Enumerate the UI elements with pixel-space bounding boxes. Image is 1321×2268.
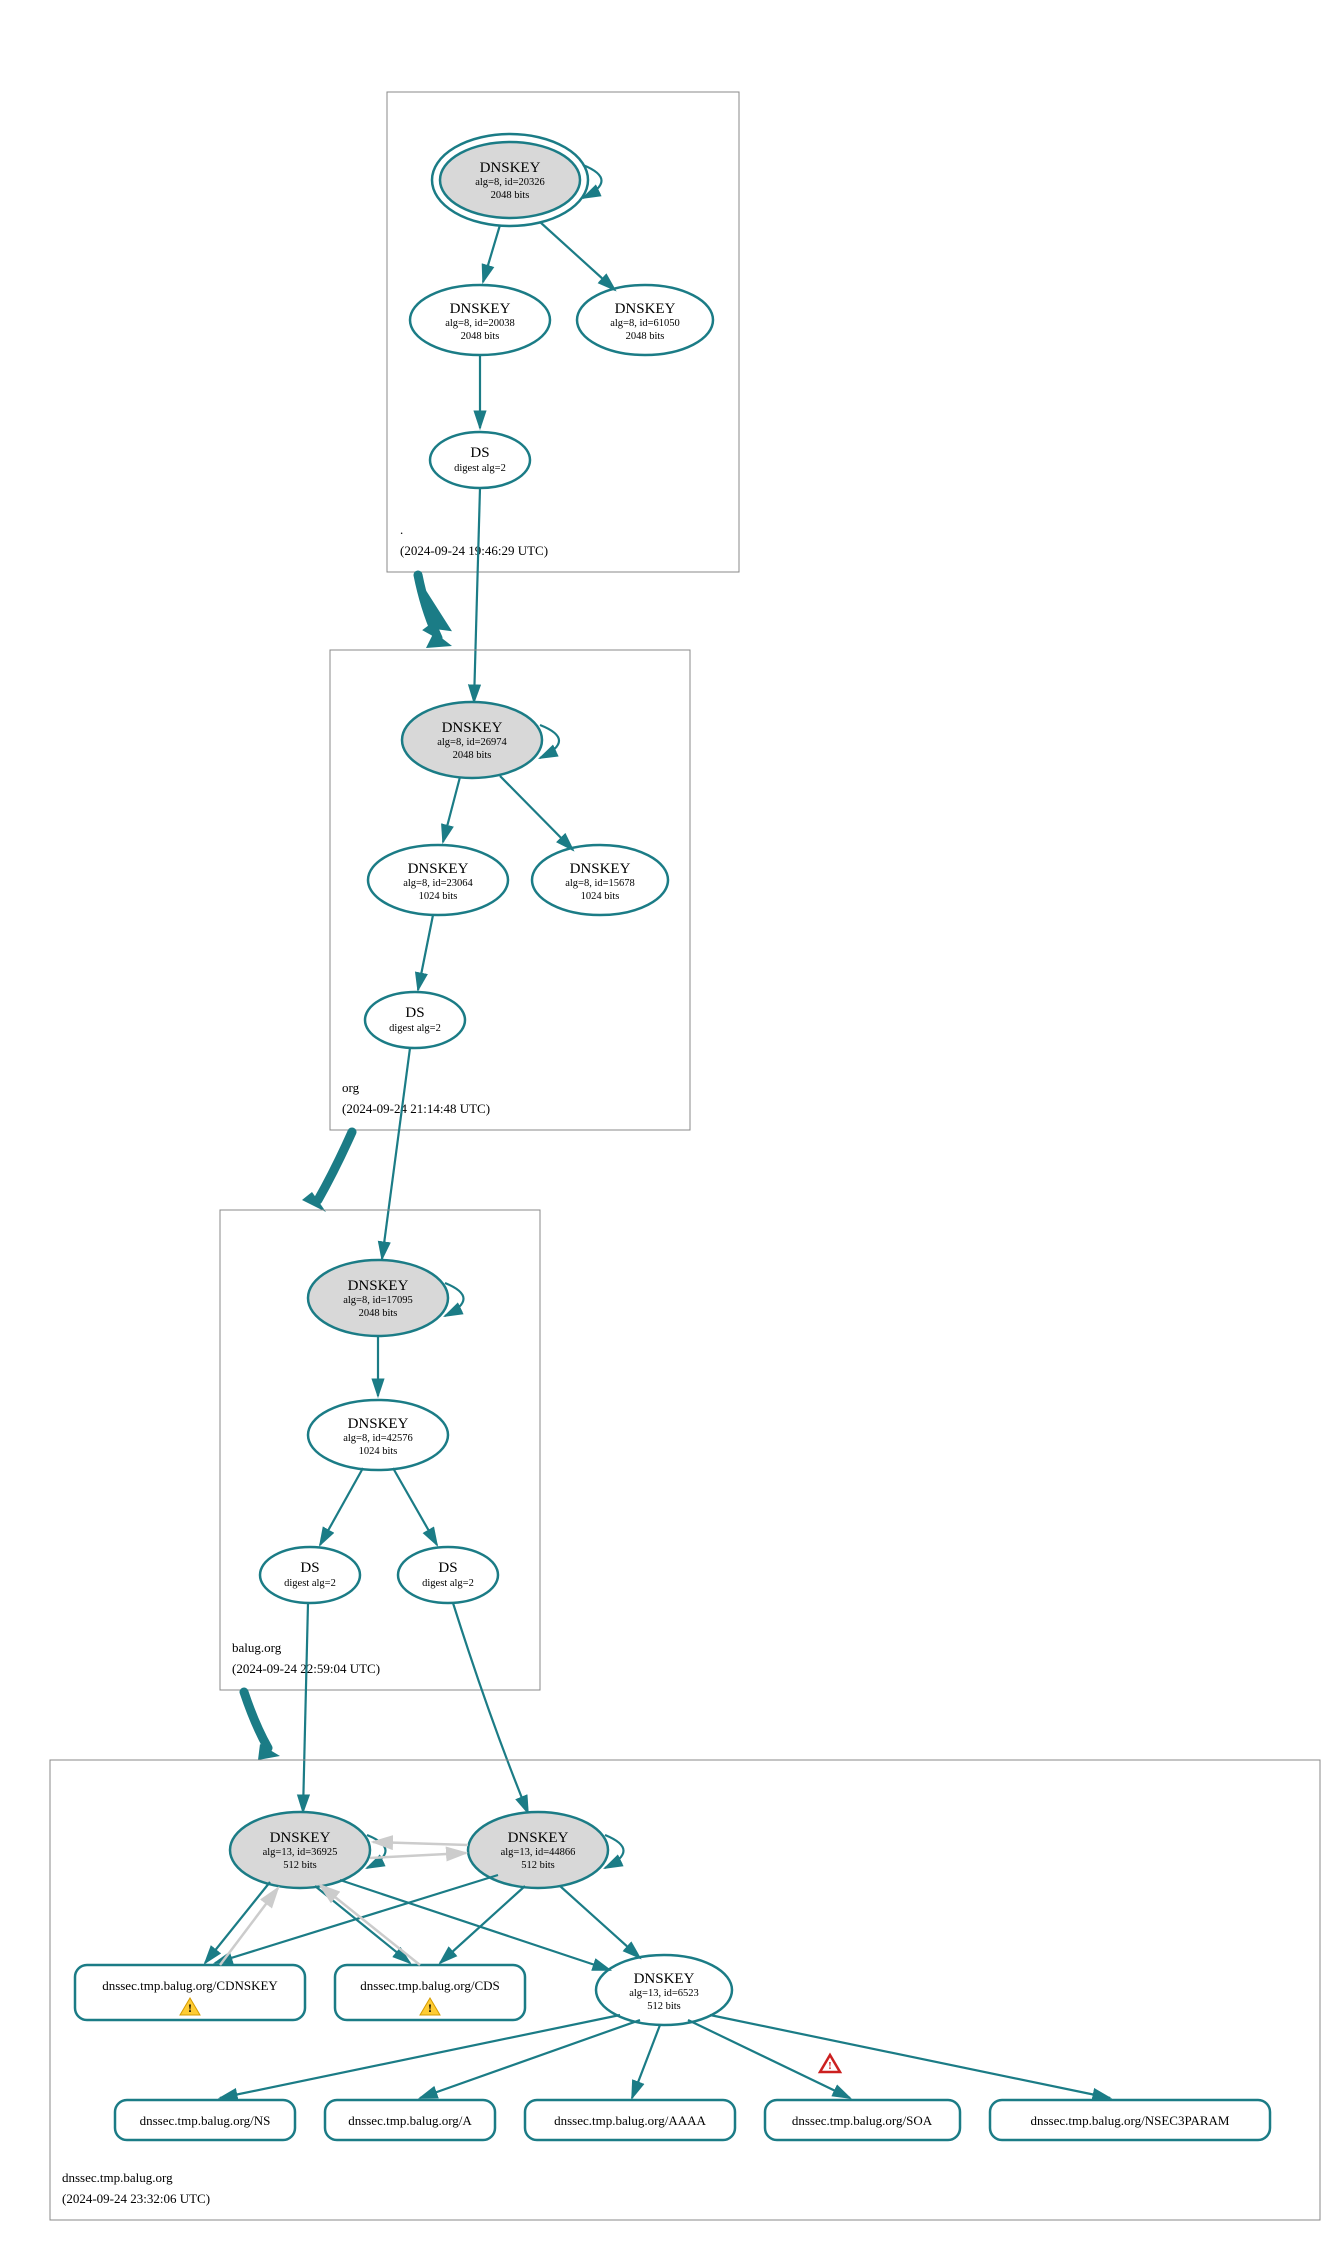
svg-text:org: org <box>342 1080 360 1095</box>
svg-text:alg=13, id=44866: alg=13, id=44866 <box>501 1847 576 1858</box>
svg-text:2048 bits: 2048 bits <box>461 331 500 342</box>
svg-text:1024 bits: 1024 bits <box>359 1446 398 1457</box>
svg-text:DS: DS <box>405 1005 424 1021</box>
svg-text:digest alg=2: digest alg=2 <box>422 1578 474 1589</box>
svg-text:dnssec.tmp.balug.org/NSEC3PARA: dnssec.tmp.balug.org/NSEC3PARAM <box>1031 2113 1230 2128</box>
svg-text:dnssec.tmp.balug.org/NS: dnssec.tmp.balug.org/NS <box>140 2113 271 2128</box>
svg-text:2048 bits: 2048 bits <box>453 750 492 761</box>
svg-text:alg=8, id=17095: alg=8, id=17095 <box>343 1295 413 1306</box>
svg-text:.: . <box>400 522 403 537</box>
svg-text:digest alg=2: digest alg=2 <box>389 1023 441 1034</box>
svg-text:alg=8, id=26974: alg=8, id=26974 <box>437 737 507 748</box>
svg-text:DNSKEY: DNSKEY <box>615 301 676 317</box>
svg-text:dnssec.tmp.balug.org/AAAA: dnssec.tmp.balug.org/AAAA <box>554 2113 706 2128</box>
svg-text:DS: DS <box>438 1560 457 1576</box>
svg-text:!: ! <box>828 2060 832 2072</box>
svg-text:dnssec.tmp.balug.org/A: dnssec.tmp.balug.org/A <box>348 2113 472 2128</box>
svg-text:!: ! <box>428 2001 432 2015</box>
svg-text:DNSKEY: DNSKEY <box>348 1416 409 1432</box>
svg-text:2048 bits: 2048 bits <box>626 331 665 342</box>
svg-text:alg=8, id=15678: alg=8, id=15678 <box>565 878 635 889</box>
dnssec-graph: DNSKEY alg=8, id=20326 2048 bits DNSKEY … <box>20 20 1321 2248</box>
root-ksk-title: DNSKEY <box>480 160 541 176</box>
svg-text:512 bits: 512 bits <box>521 1860 555 1871</box>
svg-text:balug.org: balug.org <box>232 1640 282 1655</box>
error-icon: ! <box>820 2055 840 2072</box>
zone-dnssec: DNSKEY alg=13, id=36925 512 bits DNSKEY … <box>50 1760 1320 2220</box>
svg-text:1024 bits: 1024 bits <box>419 891 458 902</box>
svg-text:alg=8, id=23064: alg=8, id=23064 <box>403 878 473 889</box>
zone-balug: DNSKEY alg=8, id=17095 2048 bits DNSKEY … <box>220 1210 540 1690</box>
svg-text:(2024-09-24 21:14:48 UTC): (2024-09-24 21:14:48 UTC) <box>342 1101 490 1116</box>
svg-text:DNSKEY: DNSKEY <box>348 1278 409 1294</box>
svg-text:512 bits: 512 bits <box>283 1860 317 1871</box>
svg-text:DS: DS <box>470 445 489 461</box>
svg-text:DNSKEY: DNSKEY <box>508 1830 569 1846</box>
zone-root: DNSKEY alg=8, id=20326 2048 bits DNSKEY … <box>387 92 739 572</box>
svg-text:digest alg=2: digest alg=2 <box>454 463 506 474</box>
svg-text:DNSKEY: DNSKEY <box>270 1830 331 1846</box>
svg-text:1024 bits: 1024 bits <box>581 891 620 902</box>
svg-text:(2024-09-24 19:46:29 UTC): (2024-09-24 19:46:29 UTC) <box>400 543 548 558</box>
svg-text:!: ! <box>188 2001 192 2015</box>
svg-text:2048 bits: 2048 bits <box>491 190 530 201</box>
svg-text:DNSKEY: DNSKEY <box>570 861 631 877</box>
zone-org: DNSKEY alg=8, id=26974 2048 bits DNSKEY … <box>330 650 690 1130</box>
svg-text:alg=8, id=42576: alg=8, id=42576 <box>343 1433 413 1444</box>
svg-text:dnssec.tmp.balug.org/SOA: dnssec.tmp.balug.org/SOA <box>792 2113 933 2128</box>
svg-text:(2024-09-24 23:32:06 UTC): (2024-09-24 23:32:06 UTC) <box>62 2191 210 2206</box>
svg-text:digest alg=2: digest alg=2 <box>284 1578 336 1589</box>
svg-text:dnssec.tmp.balug.org/CDNSKEY: dnssec.tmp.balug.org/CDNSKEY <box>102 1978 278 1993</box>
svg-text:alg=8, id=20038: alg=8, id=20038 <box>445 318 515 329</box>
svg-text:dnssec.tmp.balug.org/CDS: dnssec.tmp.balug.org/CDS <box>360 1978 500 1993</box>
svg-text:512 bits: 512 bits <box>647 2001 681 2012</box>
svg-text:alg=13, id=6523: alg=13, id=6523 <box>629 1988 699 1999</box>
svg-text:DNSKEY: DNSKEY <box>634 1971 695 1987</box>
svg-text:DNSKEY: DNSKEY <box>450 301 511 317</box>
svg-text:dnssec.tmp.balug.org: dnssec.tmp.balug.org <box>62 2170 173 2185</box>
svg-text:DS: DS <box>300 1560 319 1576</box>
svg-text:alg=8, id=20326: alg=8, id=20326 <box>475 177 545 188</box>
svg-text:DNSKEY: DNSKEY <box>442 720 503 736</box>
svg-text:2048 bits: 2048 bits <box>359 1308 398 1319</box>
svg-text:DNSKEY: DNSKEY <box>408 861 469 877</box>
svg-text:alg=8, id=61050: alg=8, id=61050 <box>610 318 680 329</box>
svg-text:alg=13, id=36925: alg=13, id=36925 <box>263 1847 338 1858</box>
